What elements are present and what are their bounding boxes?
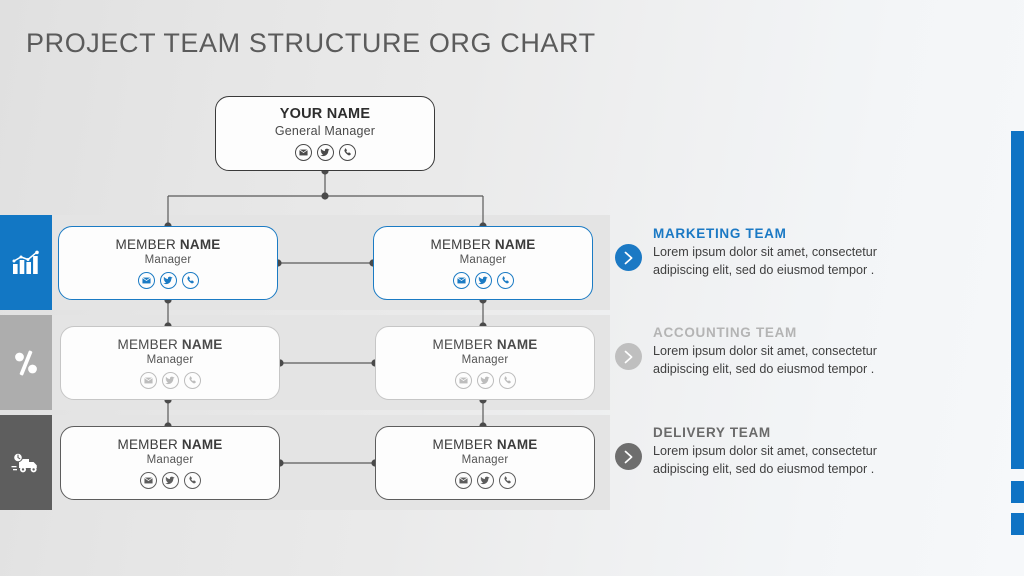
node-role: Manager xyxy=(144,254,192,267)
phone-icon[interactable] xyxy=(498,472,516,490)
email-icon[interactable] xyxy=(139,372,157,390)
org-node-r3c2[interactable]: MEMBER NAME Manager xyxy=(375,426,595,500)
org-node-r1c1[interactable]: MEMBER NAME Manager xyxy=(58,226,278,300)
org-node-r2c2[interactable]: MEMBER NAME Manager xyxy=(375,326,595,400)
growth-bar-chart-icon xyxy=(11,250,41,276)
team-heading: DELIVERY TEAM xyxy=(653,425,771,440)
contact-icons xyxy=(454,372,516,390)
phone-icon[interactable] xyxy=(181,272,199,290)
node-name: MEMBER NAME xyxy=(117,336,223,352)
twitter-icon[interactable] xyxy=(161,372,179,390)
org-node-r1c2[interactable]: MEMBER NAME Manager xyxy=(373,226,593,300)
chevron-right-icon[interactable] xyxy=(615,443,642,470)
team-block-marketing[interactable]: MARKETING TEAM Lorem ipsum dolor sit ame… xyxy=(615,226,945,280)
node-role: Manager xyxy=(459,254,507,267)
twitter-icon[interactable] xyxy=(476,472,494,490)
phone-icon[interactable] xyxy=(496,272,514,290)
org-node-r3c1[interactable]: MEMBER NAME Manager xyxy=(60,426,280,500)
email-icon[interactable] xyxy=(452,272,470,290)
sidebar-item-percent[interactable] xyxy=(0,315,52,410)
contact-icons xyxy=(294,144,356,162)
phone-icon[interactable] xyxy=(498,372,516,390)
node-name: MEMBER NAME xyxy=(432,436,538,452)
email-icon[interactable] xyxy=(454,472,472,490)
contact-icons xyxy=(139,472,201,490)
team-heading: MARKETING TEAM xyxy=(653,226,787,241)
page-title: PROJECT TEAM STRUCTURE ORG CHART xyxy=(26,28,596,58)
twitter-icon[interactable] xyxy=(161,472,179,490)
team-body: Lorem ipsum dolor sit amet, consectetur … xyxy=(653,245,877,277)
node-role: Manager xyxy=(146,454,194,467)
email-icon[interactable] xyxy=(137,272,155,290)
twitter-icon[interactable] xyxy=(476,372,494,390)
team-body: Lorem ipsum dolor sit amet, consectetur … xyxy=(653,344,877,376)
node-name: MEMBER NAME xyxy=(117,436,223,452)
org-node-root[interactable]: YOUR NAME General Manager xyxy=(215,96,435,171)
chevron-right-icon[interactable] xyxy=(615,244,642,271)
team-block-delivery[interactable]: DELIVERY TEAM Lorem ipsum dolor sit amet… xyxy=(615,425,945,479)
chevron-right-icon[interactable] xyxy=(615,343,642,370)
email-icon[interactable] xyxy=(454,372,472,390)
sidebar-item-delivery[interactable] xyxy=(0,415,52,510)
team-text: MARKETING TEAM Lorem ipsum dolor sit ame… xyxy=(653,226,905,280)
email-icon[interactable] xyxy=(294,144,312,162)
node-name: MEMBER NAME xyxy=(430,236,536,252)
contact-icons xyxy=(137,272,199,290)
team-text: ACCOUNTING TEAM Lorem ipsum dolor sit am… xyxy=(653,325,905,379)
sidebar xyxy=(0,215,52,515)
node-role: Manager xyxy=(461,354,509,367)
contact-icons xyxy=(139,372,201,390)
node-role: Manager xyxy=(146,354,194,367)
delivery-truck-icon xyxy=(11,451,41,475)
team-text: DELIVERY TEAM Lorem ipsum dolor sit amet… xyxy=(653,425,905,479)
org-node-r2c1[interactable]: MEMBER NAME Manager xyxy=(60,326,280,400)
sidebar-item-growth[interactable] xyxy=(0,215,52,310)
team-body: Lorem ipsum dolor sit amet, consectetur … xyxy=(653,444,877,476)
phone-icon[interactable] xyxy=(183,472,201,490)
percent-icon xyxy=(12,349,40,377)
twitter-icon[interactable] xyxy=(474,272,492,290)
node-role: Manager xyxy=(461,454,509,467)
team-block-accounting[interactable]: ACCOUNTING TEAM Lorem ipsum dolor sit am… xyxy=(615,325,945,379)
node-name: YOUR NAME xyxy=(279,105,371,122)
node-role: General Manager xyxy=(274,124,376,139)
edge-accent-square-1 xyxy=(1011,481,1024,503)
node-name: MEMBER NAME xyxy=(432,336,538,352)
twitter-icon[interactable] xyxy=(159,272,177,290)
team-heading: ACCOUNTING TEAM xyxy=(653,325,797,340)
email-icon[interactable] xyxy=(139,472,157,490)
phone-icon[interactable] xyxy=(338,144,356,162)
node-name: MEMBER NAME xyxy=(115,236,221,252)
twitter-icon[interactable] xyxy=(316,144,334,162)
contact-icons xyxy=(452,272,514,290)
phone-icon[interactable] xyxy=(183,372,201,390)
edge-accent-bar xyxy=(1011,131,1024,469)
contact-icons xyxy=(454,472,516,490)
edge-accent-square-2 xyxy=(1011,513,1024,535)
